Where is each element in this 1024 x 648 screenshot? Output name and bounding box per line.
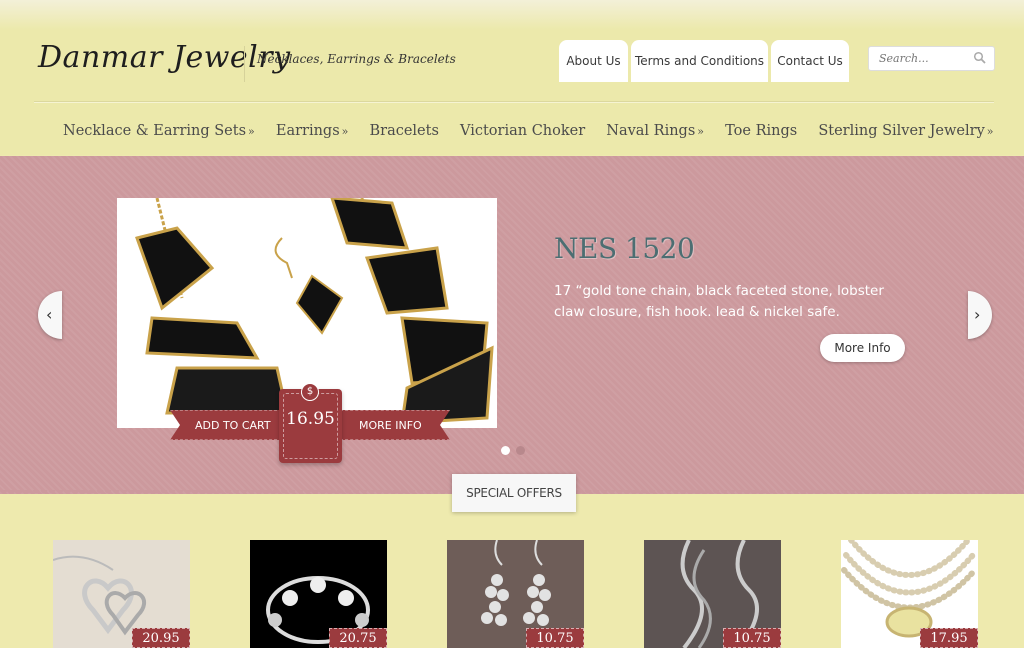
nav-item-naval-rings[interactable]: Naval Rings» [606,123,704,139]
logo-divider [244,46,245,82]
product-price: 20.75 [329,628,387,648]
product-price: 17.95 [920,628,978,648]
nav-item-necklace-earring-sets[interactable]: Necklace & Earring Sets» [63,123,255,139]
top-link-terms[interactable]: Terms and Conditions [631,40,768,82]
top-link-about-us[interactable]: About Us [559,40,628,82]
slide-title: NES 1520 [554,232,695,265]
price-value: 16.95 [286,409,335,429]
product-price: 10.75 [723,628,781,648]
submenu-arrow-icon: » [697,125,705,138]
dollar-coin-icon: $ [301,383,319,401]
nav-item-sterling-silver[interactable]: Sterling Silver Jewelry» [818,123,993,139]
more-info-button[interactable]: More Info [820,334,905,362]
search-icon[interactable] [973,51,987,65]
product-card[interactable]: 20.75 [250,540,387,648]
product-price: 20.95 [132,628,190,648]
add-to-cart-button[interactable]: ADD TO CART [170,410,282,440]
submenu-arrow-icon: » [986,125,994,138]
product-price: 10.75 [526,628,584,648]
product-card[interactable]: 10.75 [447,540,584,648]
search-input[interactable] [879,47,979,70]
special-offers-tab[interactable]: SPECIAL OFFERS [452,474,576,512]
slider-dot-1[interactable] [501,446,510,455]
more-info-ribbon-button[interactable]: MORE INFO [340,410,450,440]
product-card[interactable]: 10.75 [644,540,781,648]
slider-dot-2[interactable] [516,446,525,455]
nav-item-victorian-choker[interactable]: Victorian Choker [460,123,585,139]
slide-description: 17 “gold tone chain, black faceted stone… [554,283,884,320]
nav-item-earrings[interactable]: Earrings» [276,123,349,139]
header-divider [34,101,994,103]
main-nav: Necklace & Earring Sets» Earrings» Brace… [63,120,1010,142]
submenu-arrow-icon: » [341,125,349,138]
site-tagline: Necklaces, Earrings & Bracelets [257,52,456,66]
chevron-left-icon: ‹ [46,305,53,324]
nav-item-bracelets[interactable]: Bracelets [369,123,438,139]
search-box [868,46,995,71]
top-link-contact-us[interactable]: Contact Us [771,40,849,82]
nav-item-toe-rings[interactable]: Toe Rings [725,123,797,139]
submenu-arrow-icon: » [248,125,255,138]
chevron-right-icon: › [974,305,981,324]
site-logo[interactable]: Danmar Jewelry [38,40,291,75]
product-card[interactable]: 20.95 [53,540,190,648]
product-card[interactable]: 17.95 [841,540,978,648]
